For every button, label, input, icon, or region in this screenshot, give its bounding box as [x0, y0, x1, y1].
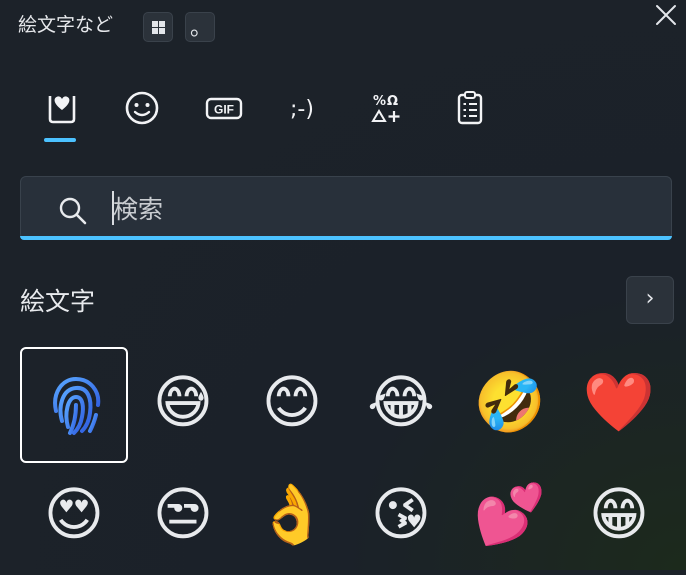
search-box[interactable] [20, 176, 672, 240]
emoji-glyph: 😘 [370, 480, 432, 548]
emoji-glyph: 🤣 [473, 368, 547, 436]
tab-gif[interactable]: GIF [196, 80, 252, 136]
svg-text:Ω: Ω [387, 94, 398, 109]
emoji-glyph: 😂 [367, 368, 435, 436]
emoji-fingerprint[interactable] [20, 347, 128, 463]
tab-recent[interactable] [34, 80, 90, 136]
kaomoji-icon: ;-) [290, 97, 314, 122]
emoji-glyph: 😊 [261, 368, 323, 436]
emoji-glyph: 👌 [255, 480, 329, 548]
svg-text:;-): ;-) [290, 97, 314, 122]
emoji-glyph: ❤️ [582, 368, 656, 436]
emoji-cell[interactable]: ❤️ [565, 347, 673, 463]
search-icon [59, 197, 87, 225]
emoji-cell[interactable]: 😊 [238, 347, 346, 463]
emoji-cell[interactable]: 😅 [129, 347, 237, 463]
emoji-glyph: 😍 [43, 480, 105, 548]
text-caret [112, 191, 114, 225]
tab-clipboard[interactable] [442, 80, 498, 136]
emoji-glyph: 😅 [152, 368, 214, 436]
tab-symbols[interactable]: % Ω [360, 80, 416, 136]
emoji-cell[interactable]: 😍 [20, 459, 128, 575]
svg-text:%: % [373, 94, 386, 109]
emoji-cell[interactable]: 🤣 [456, 347, 564, 463]
more-emoji-button[interactable]: › [626, 276, 674, 324]
emoji-glyph: 💕 [473, 480, 547, 548]
period-key-label: 。 [189, 16, 212, 41]
clipboard-icon [457, 91, 483, 125]
emoji-cell[interactable]: 😒 [129, 459, 237, 575]
smiley-icon [125, 91, 159, 125]
emoji-glyph: 😒 [152, 480, 214, 548]
svg-text:GIF: GIF [214, 103, 234, 117]
active-tab-indicator [44, 138, 76, 142]
windows-logo-icon [152, 21, 165, 34]
search-input[interactable] [111, 189, 655, 229]
period-key-badge: 。 [185, 12, 215, 42]
search-focus-underline [20, 236, 672, 240]
category-tabs: GIF ;-) % Ω [0, 72, 686, 152]
emoji-cell[interactable]: 😘 [347, 459, 455, 575]
tab-kaomoji[interactable]: ;-) [278, 80, 334, 136]
windows-key-badge [143, 12, 173, 42]
emoji-glyph: 😁 [588, 480, 650, 548]
emoji-cell[interactable]: 💕 [456, 459, 564, 575]
emoji-cell[interactable]: 😁 [565, 459, 673, 575]
window-title: 絵文字など [18, 14, 114, 36]
gif-icon: GIF [205, 97, 243, 120]
heart-clipboard-icon [48, 96, 76, 124]
emoji-cell[interactable]: 👌 [238, 459, 346, 575]
close-button[interactable] [650, 2, 682, 30]
symbols-icon: % Ω [371, 94, 400, 122]
chevron-right-icon: › [645, 286, 655, 311]
tab-emoji[interactable] [114, 80, 170, 136]
emoji-cell[interactable]: 😂 [347, 347, 455, 463]
section-title: 絵文字 [20, 287, 96, 316]
close-icon [656, 5, 676, 25]
fingerprint-icon [53, 376, 101, 435]
emoji-grid: 😅 😊 😂 🤣 ❤️ 😍 😒 👌 😘 💕 😁 [20, 347, 674, 570]
title-bar: 絵文字など 。 [0, 0, 686, 50]
